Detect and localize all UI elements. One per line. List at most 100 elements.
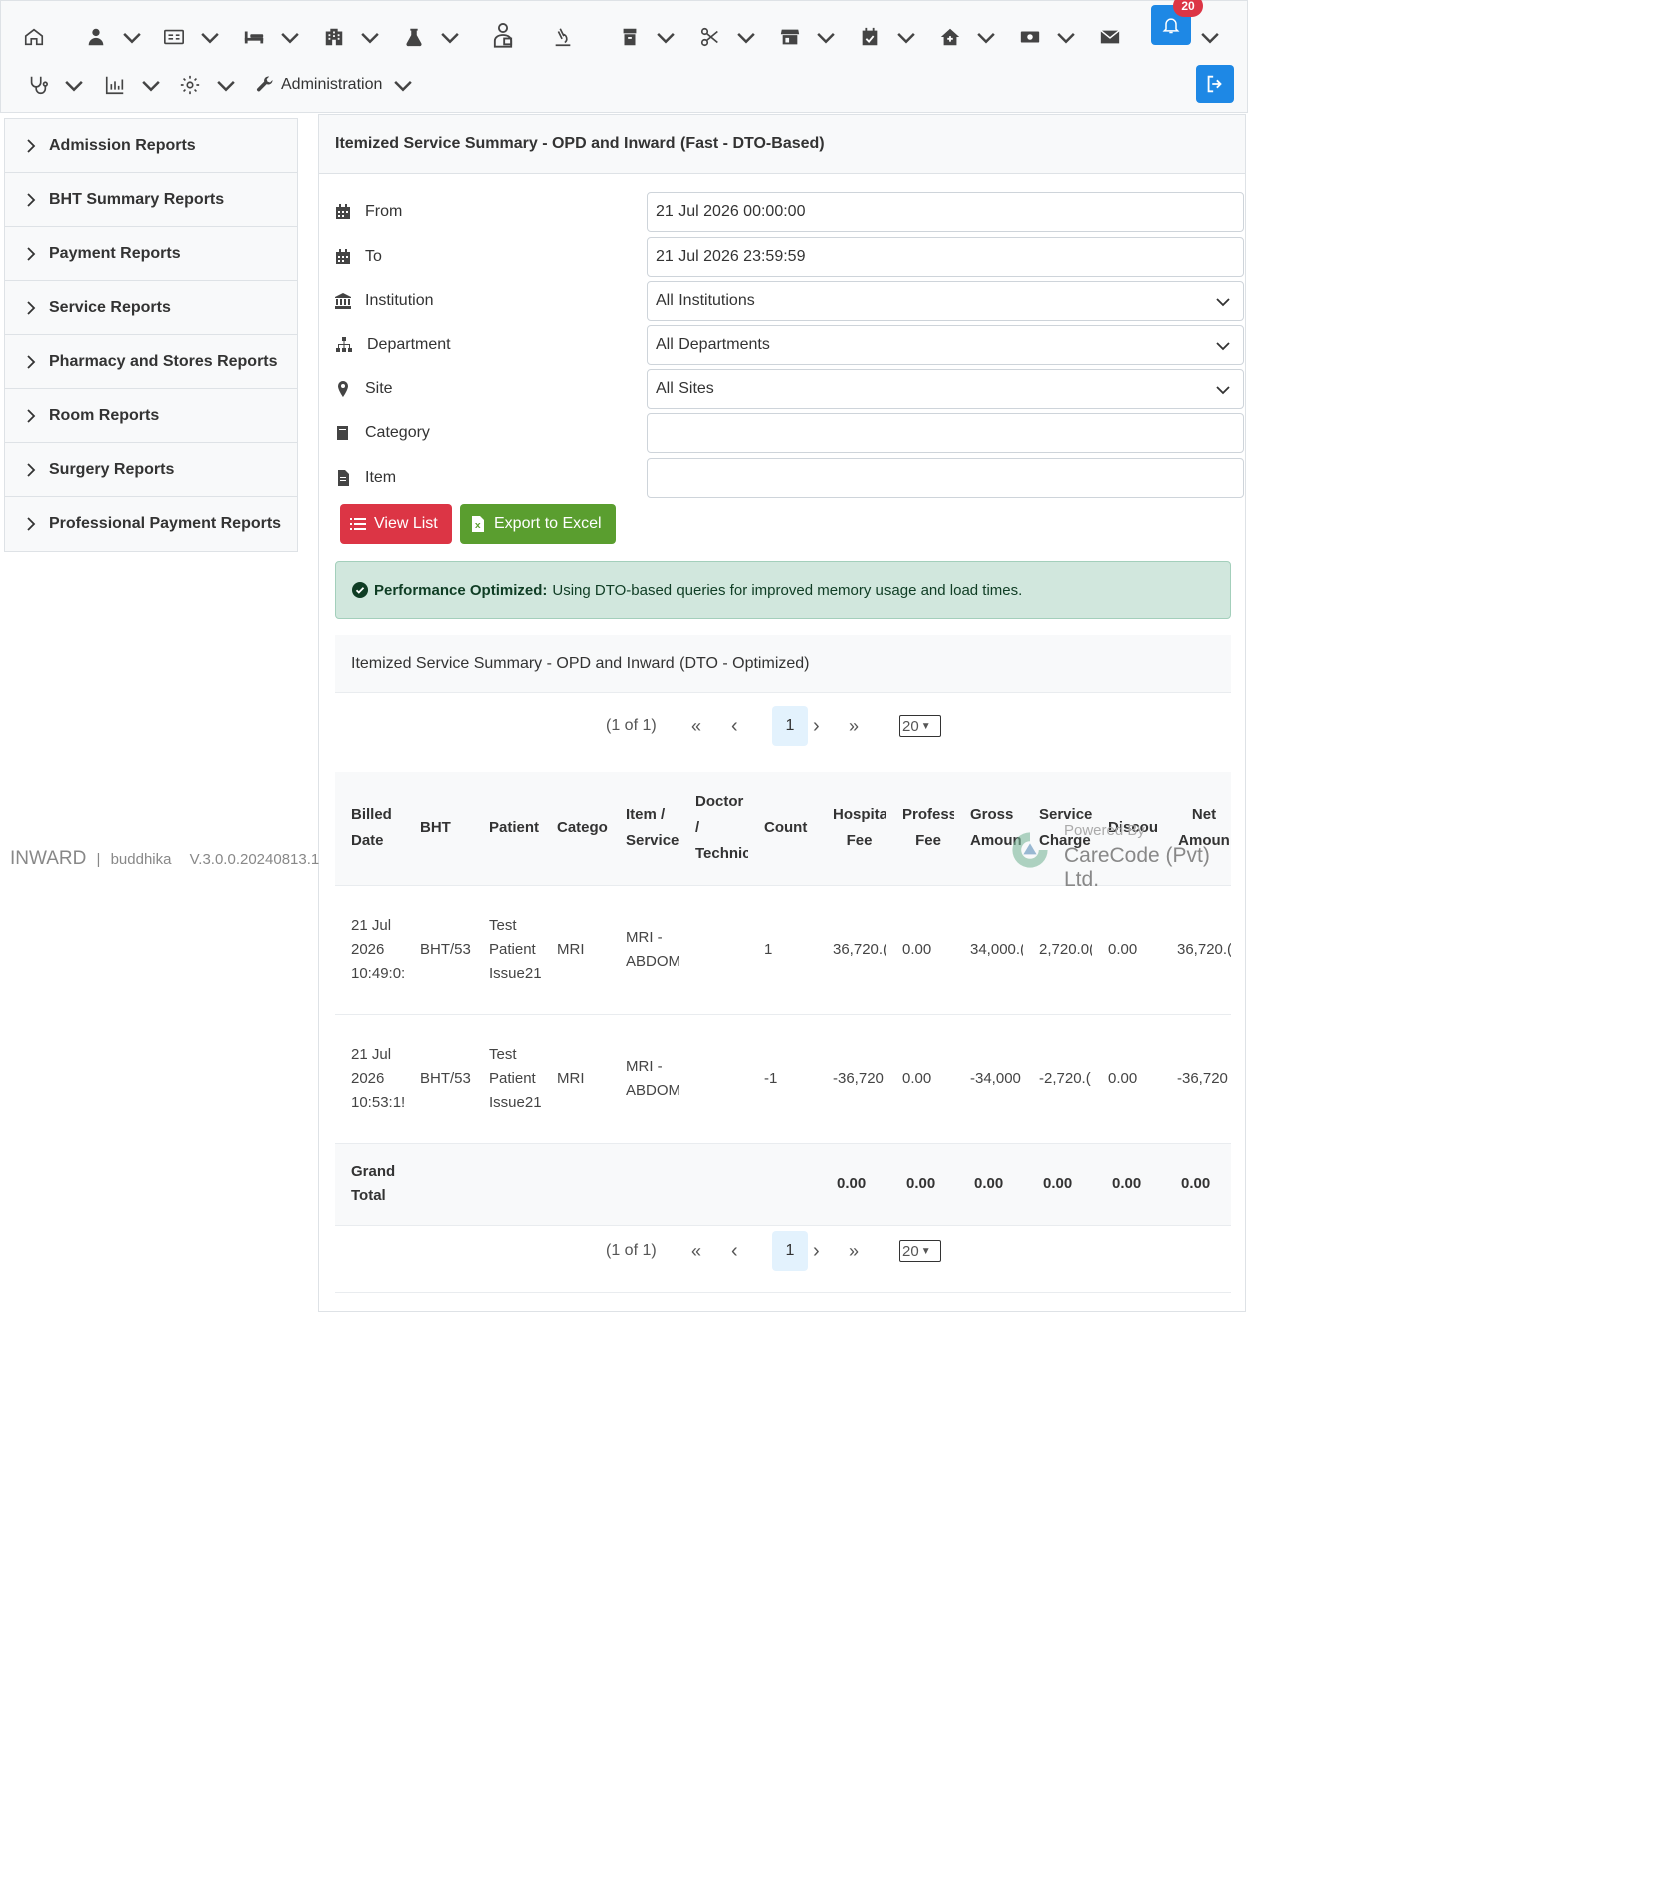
department-select[interactable]: All Departments [647,325,1244,365]
envelope-icon[interactable] [1099,17,1121,57]
pager-prev-button[interactable]: ‹ [731,1231,738,1271]
logout-button[interactable] [1196,65,1234,103]
col-patient[interactable]: Patient [473,772,541,885]
sidebar-item-admission-reports[interactable]: Admission Reports [5,119,297,173]
calendar-icon [336,249,350,264]
sidebar-item-room-reports[interactable]: Room Reports [5,389,297,443]
inward-menu[interactable] [243,17,301,57]
chevron-down-icon [1216,342,1230,351]
view-list-button[interactable]: View List [340,504,452,544]
house-menu[interactable] [939,17,997,57]
chevron-right-icon [27,462,36,477]
archive-menu[interactable] [619,17,677,57]
pager-next-button[interactable]: › [813,706,820,746]
store-menu[interactable] [779,17,837,57]
pager-first-button[interactable]: « [691,1231,701,1271]
microscope-icon[interactable] [552,17,574,57]
wrench-icon [256,76,273,92]
institution-row: Institution All Institutions [335,281,1244,321]
chevron-down-icon [1201,32,1219,44]
app-name: INWARD [10,848,87,869]
chevron-right-icon [27,246,36,261]
category-input[interactable] [647,413,1244,453]
cell-net-amount: -36,720 [1177,1069,1228,1087]
chevron-right-icon [27,408,36,423]
cell-billed-date: 21 Jul 2026 10:49:0: [351,916,404,982]
institution-select[interactable]: All Institutions [647,281,1244,321]
lab-menu[interactable] [403,17,461,57]
rows-per-page-select[interactable]: 20 ▼ [899,715,941,737]
settings-menu[interactable] [179,65,237,105]
category-row: Category [335,413,1244,453]
bell-icon [1162,18,1180,34]
cell-gross-amount: 34,000.( [970,940,1023,958]
surgery-menu[interactable] [699,17,757,57]
pager-first-button[interactable]: « [691,706,701,746]
cell-doctor [679,885,748,1014]
department-select-value: All Departments [656,336,770,353]
col-item-service[interactable]: Item / Service [610,772,679,885]
col-count[interactable]: Count [748,772,817,885]
notification-badge: 20 [1173,0,1203,17]
rows-per-page-select[interactable]: 20 ▼ [899,1240,941,1262]
site-select[interactable]: All Sites [647,369,1244,409]
col-doctor-technician[interactable]: Doctor / Technic [679,772,748,885]
reports-menu[interactable] [104,65,162,105]
from-date-input[interactable]: 21 Jul 2026 00:00:00 [647,192,1244,232]
hospital-menu[interactable] [323,17,381,57]
pager-last-button[interactable]: » [849,706,859,746]
site-row: Site All Sites [335,369,1244,409]
billing-menu[interactable] [163,17,221,57]
export-excel-label: Export to Excel [494,515,602,532]
map-marker-icon [338,381,348,397]
col-hospital-fee[interactable]: Hospita Fee [817,772,886,885]
chart-bar-icon [105,76,124,95]
col-billed-date[interactable]: Billed Date [335,772,404,885]
gear-icon [180,75,200,95]
cell-count: 1 [764,940,773,958]
cell-category: MRI [557,1069,585,1087]
item-input[interactable] [647,458,1244,498]
cash-menu[interactable] [1019,17,1077,57]
chevron-down-icon [1216,298,1230,307]
appointment-menu[interactable] [859,17,917,57]
pager-current-page[interactable]: 1 [772,706,808,746]
rows-per-page-value: 20 [902,717,919,735]
patient-menu[interactable] [85,17,143,57]
pager-prev-button[interactable]: ‹ [731,706,738,746]
site-label: Site [365,380,393,397]
sidebar-item-label: Surgery Reports [49,460,175,478]
scissors-icon [700,27,718,47]
pager-current-page[interactable]: 1 [772,1231,808,1271]
pager-last-button[interactable]: » [849,1231,859,1271]
sidebar-item-bht-summary-reports[interactable]: BHT Summary Reports [5,173,297,227]
col-professional-fee[interactable]: Profess Fee [886,772,954,885]
sidebar-item-surgery-reports[interactable]: Surgery Reports [5,443,297,497]
col-bht[interactable]: BHT [404,772,473,885]
book-icon [337,426,348,440]
from-label: From [365,203,403,220]
sidebar-item-payment-reports[interactable]: Payment Reports [5,227,297,281]
pager-next-button[interactable]: › [813,1231,820,1271]
col-category[interactable]: Catego [541,772,610,885]
money-icon [1020,31,1040,43]
table-row: 21 Jul 2026 10:53:1! BHT/53 Test Patient… [335,1014,1231,1143]
doctor-icon[interactable] [489,15,517,55]
clinical-menu[interactable] [27,65,85,105]
administration-menu[interactable]: Administration [255,65,414,105]
home-icon[interactable] [23,17,45,57]
powered-by: Powered By CareCode (Pvt) Ltd. [1008,818,1248,891]
company-name[interactable]: CareCode (Pvt) Ltd. [1064,844,1248,892]
sidebar-item-pharmacy-stores-reports[interactable]: Pharmacy and Stores Reports [5,335,297,389]
sidebar-item-service-reports[interactable]: Service Reports [5,281,297,335]
chevron-down-icon [361,32,379,44]
chevron-right-icon [27,300,36,315]
sidebar-item-label: Pharmacy and Stores Reports [49,352,278,370]
sidebar-item-professional-payment-reports[interactable]: Professional Payment Reports [5,497,297,551]
notification-dropdown[interactable] [1199,17,1221,57]
powered-by-label: Powered By [1064,822,1145,839]
footer-separator: | [96,851,101,868]
export-excel-button[interactable]: Export to Excel [460,504,616,544]
to-date-input[interactable]: 21 Jul 2026 23:59:59 [647,237,1244,277]
table-row: 21 Jul 2026 10:49:0: BHT/53 Test Patient… [335,885,1231,1014]
